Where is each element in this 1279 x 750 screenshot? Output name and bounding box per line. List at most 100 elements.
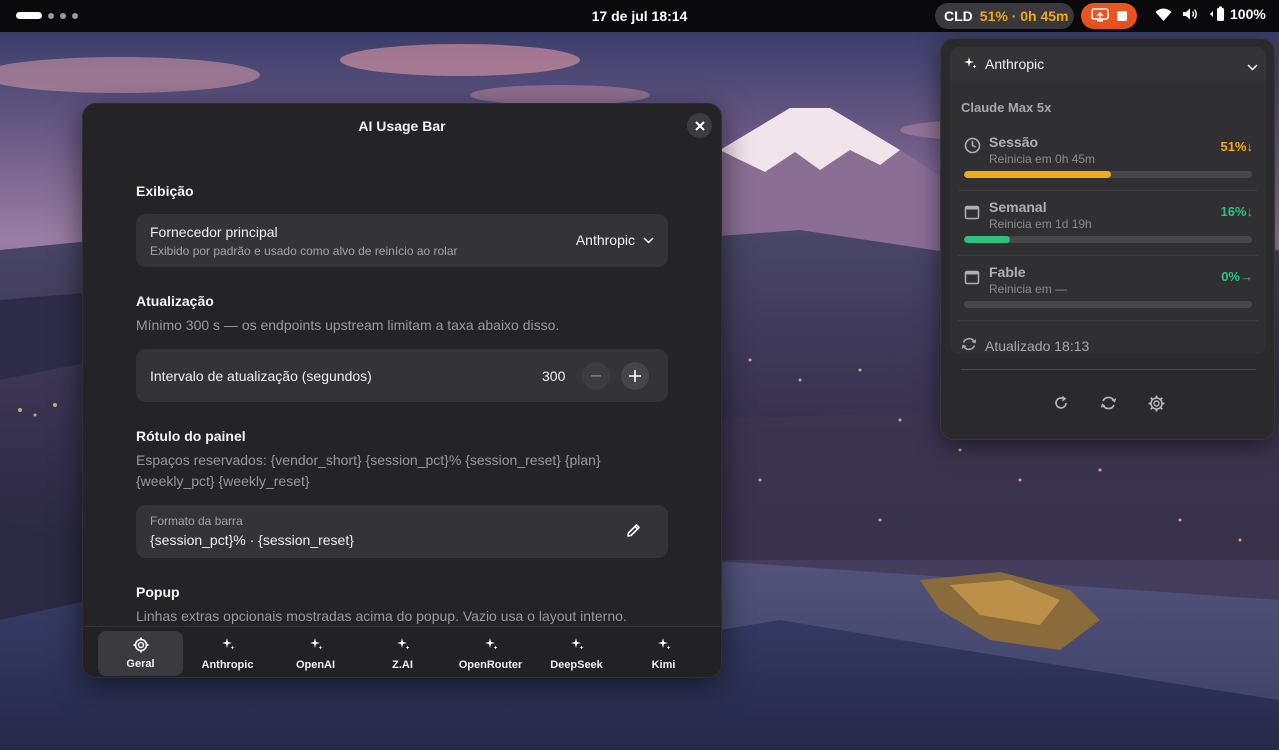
clock-icon (964, 137, 981, 159)
metric-name: Sessão (989, 134, 1039, 150)
divider (958, 320, 1258, 321)
tab-anthropic[interactable]: Anthropic (185, 631, 270, 676)
sparkle-icon (396, 637, 410, 654)
metric-name: Fable (989, 264, 1026, 280)
increment-button[interactable] (621, 362, 649, 390)
vendor-row[interactable]: Fornecedor principal Exibido por padrão … (136, 214, 668, 267)
vendor-name: Anthropic (985, 56, 1045, 72)
gear-icon (133, 637, 148, 653)
indicator-name: CLD (944, 8, 973, 24)
refresh-icon (1055, 395, 1067, 409)
decrement-button[interactable] (582, 362, 610, 390)
battery: 100% (1209, 6, 1266, 22)
calendar-icon (964, 204, 980, 225)
metric-percent: 51%↓ (1220, 139, 1253, 154)
usage-card: Anthropic Claude Max 5x Sessão Reinicia … (950, 47, 1266, 354)
tab-openai[interactable]: OpenAI (273, 631, 358, 676)
usage-popup: Anthropic Claude Max 5x Sessão Reinicia … (940, 38, 1275, 440)
volume-icon (1182, 7, 1199, 21)
dialog-title: AI Usage Bar (358, 118, 446, 134)
battery-percent: 100% (1230, 6, 1266, 22)
tab-label: Kimi (651, 658, 676, 671)
settings-button[interactable] (1148, 395, 1165, 417)
popup-description: Linhas extras opcionais mostradas acima … (136, 608, 627, 624)
system-tray[interactable]: 100% (1155, 6, 1266, 22)
progress-fill (964, 171, 1111, 178)
tab-kimi[interactable]: Kimi (621, 631, 706, 676)
tab-deepseek[interactable]: DeepSeek (534, 631, 619, 676)
chevron-down-icon (1247, 58, 1258, 74)
metric-reset: Reinicia em — (989, 282, 1068, 296)
screencast-indicator[interactable] (1081, 3, 1137, 29)
top-panel: 17 de jul 18:14 CLD 51% · 0h 45m 100% (0, 0, 1279, 32)
refresh-button[interactable] (1053, 395, 1069, 416)
tab-label: OpenRouter (458, 658, 523, 671)
metric-percent: 16%↓ (1220, 204, 1253, 219)
chevron-down-icon (643, 236, 654, 244)
ai-usage-indicator[interactable]: CLD 51% · 0h 45m (935, 3, 1074, 29)
workspace-dot[interactable] (72, 12, 78, 19)
vendor-dropdown[interactable]: Anthropic (576, 232, 654, 248)
tab-openrouter[interactable]: OpenRouter (448, 631, 533, 676)
refresh-interval-row: Intervalo de atualização (segundos) 300 (136, 349, 668, 402)
sparkle-icon (484, 637, 498, 654)
close-button[interactable] (687, 113, 712, 138)
calendar-icon (964, 269, 980, 290)
indicator-value: 51% · 0h 45m (979, 8, 1069, 24)
edit-button[interactable] (626, 523, 641, 543)
progress-bar (964, 301, 1252, 308)
section-title-panel-label: Rótulo do painel (136, 428, 246, 444)
section-title-popup: Popup (136, 584, 180, 600)
reset-button[interactable] (1100, 395, 1117, 416)
progress-bar (964, 236, 1252, 243)
vendor-dropdown-value: Anthropic (575, 232, 635, 248)
workspace-dot[interactable] (48, 12, 54, 19)
last-updated: Atualizado 18:13 (961, 336, 1089, 355)
bar-format-value[interactable]: {session_pct}% · {session_reset} (150, 532, 354, 548)
refresh-description: Mínimo 300 s — os endpoints upstream lim… (136, 317, 560, 333)
divider (961, 369, 1256, 370)
vendor-description: Exibido por padrão e usado como alvo de … (150, 244, 458, 258)
metric-percent: 0%→ (1221, 269, 1253, 284)
panel-label-description-line2: {weekly_pct} {weekly_reset} (136, 473, 310, 489)
section-title-display: Exibição (136, 183, 194, 199)
metric-weekly: Semanal Reinicia em 1d 19h 16%↓ (950, 190, 1266, 250)
tab-label: OpenAI (295, 658, 336, 671)
sparkle-icon (221, 637, 235, 654)
view-switcher: Geral Anthropic OpenAI Z.AI OpenRouter D… (83, 626, 721, 677)
metric-session: Sessão Reinicia em 0h 45m 51%↓ (950, 125, 1266, 185)
panel-label-description-line1: Espaços reservados: {vendor_short} {sess… (136, 452, 601, 468)
tab-label: Anthropic (201, 658, 254, 671)
clock[interactable]: 17 de jul 18:14 (592, 8, 688, 24)
vendor-label: Fornecedor principal (150, 224, 278, 240)
progress-fill (964, 236, 1011, 243)
sparkle-icon (657, 637, 671, 654)
bar-format-label: Formato da barra (150, 514, 243, 528)
wifi-icon (1155, 8, 1172, 21)
updated-text: Atualizado 18:13 (985, 337, 1090, 354)
pencil-icon (627, 524, 640, 537)
workspace-indicator[interactable] (16, 12, 78, 19)
settings-dialog: AI Usage Bar Exibição Fornecedor princip… (82, 103, 722, 678)
progress-bar (964, 171, 1252, 178)
tab-zai[interactable]: Z.AI (360, 631, 445, 676)
sparkle-icon (570, 637, 584, 654)
minus-icon (591, 375, 601, 377)
workspace-active[interactable] (16, 12, 42, 19)
screen-share-icon (1091, 7, 1109, 25)
vendor-selector[interactable]: Anthropic (950, 47, 1266, 81)
tab-geral[interactable]: Geral (98, 631, 183, 676)
gear-icon (1148, 395, 1165, 412)
stop-icon[interactable] (1117, 11, 1127, 21)
sync-icon (1100, 396, 1117, 410)
close-icon (694, 120, 705, 131)
sparkle-icon (309, 637, 323, 654)
plan-name: Claude Max 5x (961, 100, 1052, 115)
workspace-dot[interactable] (60, 12, 66, 19)
tab-label: Z.AI (392, 658, 413, 671)
plus-icon (629, 370, 641, 382)
metric-reset: Reinicia em 0h 45m (989, 152, 1096, 166)
interval-value[interactable]: 300 (542, 368, 565, 384)
refresh-status-icon (961, 336, 977, 355)
bar-format-row[interactable]: Formato da barra {session_pct}% · {sessi… (136, 505, 668, 558)
